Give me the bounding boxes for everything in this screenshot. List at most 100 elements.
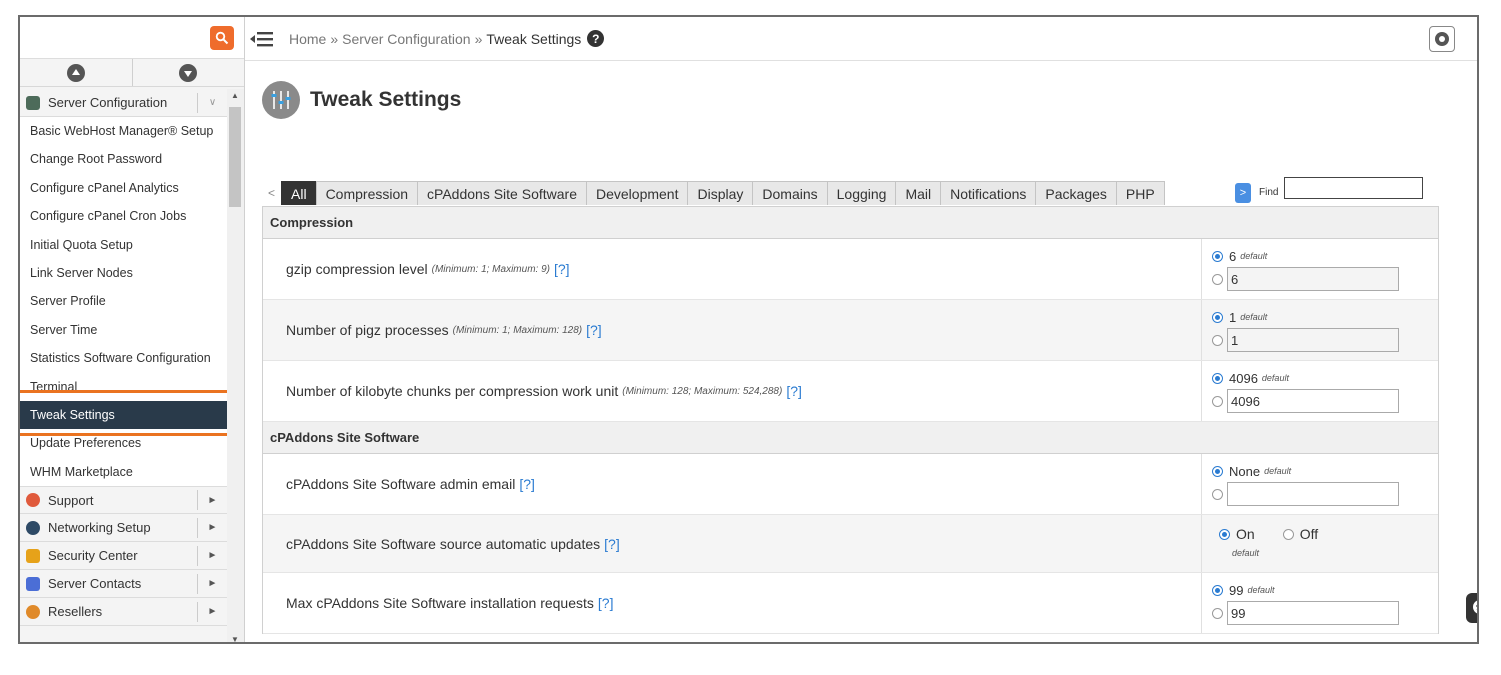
default-value: 6 (1229, 248, 1237, 264)
default-tag: default (1261, 373, 1289, 383)
breadcrumb-server-configuration[interactable]: Server Configuration (342, 31, 470, 47)
default-radio[interactable] (1212, 584, 1223, 596)
custom-value-input[interactable] (1227, 267, 1399, 291)
default-radio[interactable] (1212, 311, 1223, 323)
main-scrollbar[interactable]: ▲ ▼ (1478, 75, 1479, 644)
sidebar-category-security-center[interactable]: Security Center ► (20, 542, 227, 571)
sidebar-category-support[interactable]: Support ► (20, 486, 227, 515)
chevron-right-icon[interactable]: ► (197, 545, 227, 566)
custom-value-input[interactable] (1227, 389, 1399, 413)
setting-control: 6 default (1201, 239, 1438, 299)
help-icon[interactable]: ? (587, 30, 605, 47)
sidebar-scrollbar[interactable]: ▲ ▼ (227, 89, 244, 642)
breadcrumb-home[interactable]: Home (289, 31, 326, 47)
help-link[interactable]: [?] (604, 536, 620, 552)
contacts-icon (26, 576, 40, 591)
sidebar-category-resellers[interactable]: Resellers ► (20, 598, 227, 627)
chevron-right-icon[interactable]: ► (197, 573, 227, 594)
menu-toggle-button[interactable] (247, 17, 277, 61)
breadcrumb-separator: » (330, 30, 339, 47)
sidebar-category-server-contacts[interactable]: Server Contacts ► (20, 570, 227, 599)
tab-domains[interactable]: Domains (752, 181, 828, 205)
sidebar-item-terminal[interactable]: Terminal (20, 372, 227, 401)
sidebar-item-update-preferences[interactable]: Update Preferences (20, 429, 227, 458)
default-radio[interactable] (1212, 250, 1223, 262)
find-input[interactable] (1284, 177, 1424, 199)
default-tag: default (1240, 251, 1268, 261)
custom-radio[interactable] (1212, 273, 1223, 285)
help-link[interactable]: [?] (598, 595, 614, 611)
default-value: 1 (1229, 309, 1237, 325)
custom-radio[interactable] (1212, 334, 1223, 346)
sidebar-item-basic-setup[interactable]: Basic WebHost Manager® Setup (20, 117, 227, 146)
sidebar-item-change-root-password[interactable]: Change Root Password (20, 145, 227, 174)
chevron-right-icon[interactable]: ► (197, 601, 227, 622)
custom-value-input[interactable] (1227, 601, 1399, 625)
tab-cpaddons[interactable]: cPAddons Site Software (417, 181, 587, 205)
support-button[interactable] (1429, 26, 1455, 52)
tab-development[interactable]: Development (585, 181, 689, 205)
sidebar: Server Configuration ∨ Basic WebHost Man… (20, 17, 245, 642)
custom-radio[interactable] (1212, 395, 1223, 407)
sidebar-item-quota-setup[interactable]: Initial Quota Setup (20, 230, 227, 259)
admin-email-input[interactable] (1227, 482, 1399, 506)
arrow-down-icon (179, 63, 198, 82)
tabs-prev-button[interactable]: < (262, 181, 281, 205)
sidebar-item-cron-jobs[interactable]: Configure cPanel Cron Jobs (20, 202, 227, 231)
tab-packages[interactable]: Packages (1035, 181, 1117, 205)
setting-row: Max cPAddons Site Software installation … (263, 573, 1438, 634)
help-link[interactable]: [?] (586, 322, 602, 338)
custom-radio[interactable] (1212, 488, 1223, 500)
chevron-down-icon[interactable]: ∨ (197, 92, 227, 113)
category-label: Networking Setup (48, 520, 151, 536)
help-link[interactable]: [?] (786, 383, 802, 399)
sidebar-item-server-time[interactable]: Server Time (20, 315, 227, 345)
sidebar-item-link-server-nodes[interactable]: Link Server Nodes (20, 258, 227, 288)
tab-compression[interactable]: Compression (315, 181, 419, 205)
expand-all-button[interactable] (133, 59, 245, 86)
search-input[interactable] (24, 24, 206, 50)
custom-value-input[interactable] (1227, 328, 1399, 352)
default-radio[interactable] (1212, 465, 1223, 477)
sidebar-item-server-profile[interactable]: Server Profile (20, 287, 227, 316)
sidebar-category-server-configuration[interactable]: Server Configuration ∨ (20, 89, 227, 117)
find-label: Find (1259, 187, 1279, 198)
default-tag: default (1264, 466, 1292, 476)
search-button[interactable] (210, 26, 234, 50)
on-radio[interactable] (1219, 528, 1230, 540)
tab-php[interactable]: PHP (1115, 181, 1165, 205)
app-window: Server Configuration ∨ Basic WebHost Man… (18, 15, 1479, 644)
scroll-up-icon[interactable]: ▲ (231, 91, 239, 100)
tab-display[interactable]: Display (687, 181, 754, 205)
setting-label: Number of pigz processes (286, 322, 449, 338)
scrollbar-thumb[interactable] (229, 107, 241, 207)
sidebar-category-networking-setup[interactable]: Networking Setup ► (20, 514, 227, 543)
tab-notifications[interactable]: Notifications (940, 181, 1037, 205)
custom-radio[interactable] (1212, 607, 1223, 619)
help-link[interactable]: [?] (554, 261, 570, 277)
setting-control: 99 default (1201, 573, 1438, 633)
off-radio[interactable] (1282, 528, 1294, 540)
setting-label: gzip compression level (286, 261, 428, 277)
tab-all[interactable]: All (281, 181, 317, 205)
sidebar-item-statistics-software[interactable]: Statistics Software Configuration (20, 344, 227, 373)
scroll-down-icon[interactable]: ▼ (231, 635, 239, 642)
setting-row: Number of kilobyte chunks per compressio… (263, 361, 1438, 422)
sidebar-item-whm-marketplace[interactable]: WHM Marketplace (20, 457, 227, 487)
collapse-all-button[interactable] (20, 59, 133, 86)
chevron-right-icon[interactable]: ► (197, 517, 227, 538)
chat-button[interactable] (1466, 593, 1477, 623)
tabs-next-button[interactable]: > (1235, 183, 1251, 203)
tab-mail[interactable]: Mail (895, 181, 942, 205)
tab-logging[interactable]: Logging (826, 181, 897, 205)
default-radio[interactable] (1212, 372, 1223, 384)
setting-label-cell: Number of kilobyte chunks per compressio… (263, 361, 1201, 421)
setting-control: None default (1201, 454, 1438, 514)
default-tag: default (1232, 548, 1260, 558)
setting-row: Number of pigz processes (Minimum: 1; Ma… (263, 300, 1438, 361)
help-link[interactable]: [?] (519, 476, 535, 492)
sidebar-item-tweak-settings[interactable]: Tweak Settings (20, 400, 227, 430)
chevron-right-icon[interactable]: ► (197, 490, 227, 511)
setting-label: Max cPAddons Site Software installation … (286, 595, 594, 611)
sidebar-item-cpanel-analytics[interactable]: Configure cPanel Analytics (20, 173, 227, 203)
